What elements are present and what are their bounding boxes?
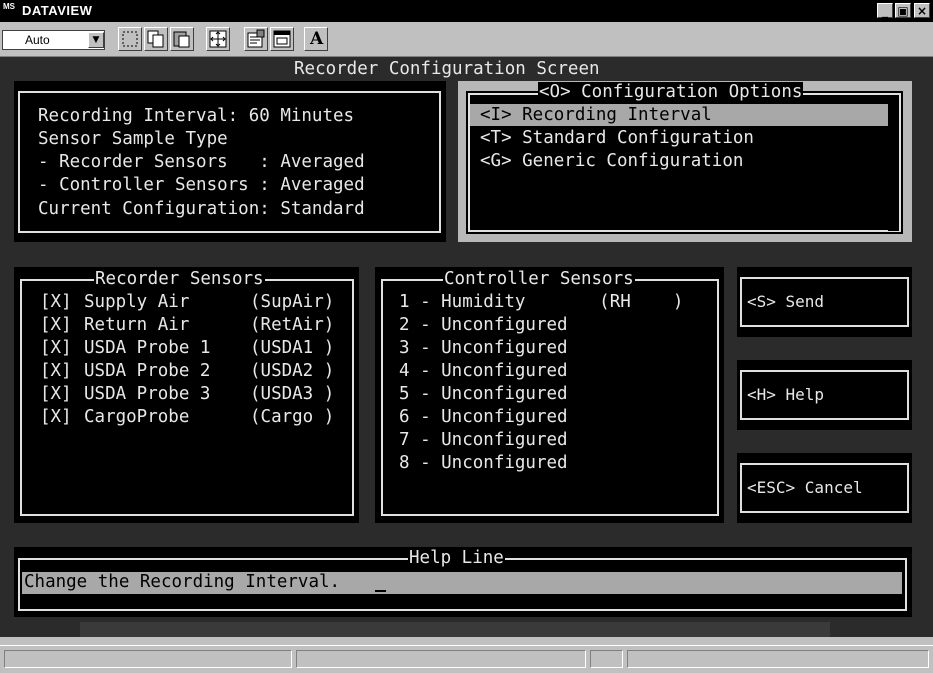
controller-sensor-item[interactable]: 7 - Unconfigured: [399, 429, 568, 451]
text-cursor: [375, 590, 386, 592]
properties-icon: [247, 29, 265, 48]
help-line-text: Change the Recording Interval.: [24, 572, 341, 592]
help-line-panel: Help Line Change the Recording Interval.: [14, 547, 912, 617]
toolbar: Auto ▼ A: [0, 22, 933, 57]
recorder-sensor-tag: (USDA1 ): [250, 338, 335, 358]
option-standard-configuration[interactable]: <T> Standard Configuration: [480, 127, 754, 149]
window-title: DATAVIEW: [22, 3, 93, 18]
recorder-sensor-tag: (SupAir): [250, 292, 335, 312]
recorder-sensor-check[interactable]: [X]: [40, 406, 72, 428]
recorder-sensor-name: Supply Air: [84, 292, 190, 312]
help-button-label: <H> Help: [747, 385, 825, 404]
controller-sensor-item[interactable]: 5 - Unconfigured: [399, 383, 568, 405]
recorder-sensor-name: Return Air: [84, 315, 190, 335]
chevron-down-icon[interactable]: ▼: [88, 32, 104, 48]
status-pane: [627, 650, 929, 668]
copy-icon: [147, 30, 164, 48]
controller-sensor-item[interactable]: 8 - Unconfigured: [399, 452, 568, 474]
status-pane: [590, 650, 623, 668]
recorder-sensor-name: USDA Probe 1: [84, 338, 211, 358]
console-screen: Recorder Configuration Screen Recording …: [0, 57, 933, 637]
mark-icon: [122, 31, 138, 47]
recorder-sensor-check[interactable]: [X]: [40, 383, 72, 405]
status-panel: Recording Interval: 60 Minutes Sensor Sa…: [14, 81, 446, 242]
title-bar: MS DATAVIEW _ ▣ ×: [0, 0, 933, 22]
help-button[interactable]: <H> Help: [737, 360, 912, 430]
font-size-select[interactable]: Auto ▼: [2, 30, 105, 50]
controller-sensors-title: Controller Sensors: [443, 269, 635, 289]
screen-title: Recorder Configuration Screen: [294, 59, 600, 79]
configuration-options-panel: <O> Configuration Options <I> Recording …: [458, 81, 912, 242]
paste-icon: [173, 31, 190, 48]
controller-sensors-sample-text: - Controller Sensors : Averaged: [38, 175, 365, 195]
console-bottom-band: [80, 622, 830, 637]
background-button[interactable]: [270, 27, 294, 51]
recorder-sensors-title: Recorder Sensors: [94, 269, 265, 289]
status-pane: [296, 650, 586, 668]
recorder-sensor-check[interactable]: [X]: [40, 291, 72, 313]
fullscreen-icon: [209, 30, 227, 48]
recording-interval-text: Recording Interval: 60 Minutes: [38, 106, 355, 126]
status-pane: [4, 650, 292, 668]
font-size-value: Auto: [25, 33, 50, 47]
option-recording-interval[interactable]: <I> Recording Interval: [480, 104, 712, 126]
recorder-sensor-check[interactable]: [X]: [40, 337, 72, 359]
cancel-button-label: <ESC> Cancel: [747, 478, 863, 497]
minimize-button[interactable]: _: [877, 3, 893, 18]
recorder-sensors-sample-text: - Recorder Sensors : Averaged: [38, 152, 365, 172]
current-configuration-text: Current Configuration: Standard: [38, 199, 365, 219]
mark-button[interactable]: [118, 27, 142, 51]
background-icon: [273, 30, 291, 48]
copy-button[interactable]: [144, 27, 168, 51]
configuration-options-title: <O> Configuration Options: [538, 82, 804, 102]
send-button[interactable]: <S> Send: [737, 267, 912, 337]
restore-button[interactable]: ▣: [895, 3, 911, 18]
options-scrollbar[interactable]: [888, 104, 899, 231]
font-icon: A: [310, 29, 324, 49]
recorder-sensor-tag: (Cargo ): [250, 407, 335, 427]
recorder-sensor-name: CargoProbe: [84, 407, 190, 427]
controller-sensors-panel: Controller Sensors 1 - Humidity (RH ) 2 …: [375, 267, 724, 523]
recorder-sensors-panel: Recorder Sensors [X] Supply Air (SupAir)…: [14, 267, 359, 523]
recorder-sensor-check[interactable]: [X]: [40, 360, 72, 382]
send-button-label: <S> Send: [747, 292, 825, 311]
recorder-sensor-tag: (USDA3 ): [250, 384, 335, 404]
close-button[interactable]: ×: [914, 3, 930, 18]
recorder-sensor-name: USDA Probe 2: [84, 361, 211, 381]
controller-sensor-item[interactable]: 3 - Unconfigured: [399, 337, 568, 359]
app-icon[interactable]: MS: [3, 2, 21, 20]
recorder-sensor-name: USDA Probe 3: [84, 384, 211, 404]
properties-button[interactable]: [244, 27, 268, 51]
controller-sensor-item[interactable]: 4 - Unconfigured: [399, 360, 568, 382]
fullscreen-button[interactable]: [206, 27, 230, 51]
sensor-sample-type-text: Sensor Sample Type: [38, 129, 228, 149]
font-button[interactable]: A: [304, 27, 328, 51]
recorder-sensor-tag: (USDA2 ): [250, 361, 335, 381]
recorder-sensor-check[interactable]: [X]: [40, 314, 72, 336]
recorder-sensor-tag: (RetAir): [250, 315, 335, 335]
paste-button[interactable]: [170, 27, 194, 51]
help-line-title: Help Line: [408, 548, 505, 568]
controller-sensor-item[interactable]: 2 - Unconfigured: [399, 314, 568, 336]
status-bar: [0, 645, 933, 672]
controller-sensor-item[interactable]: 6 - Unconfigured: [399, 406, 568, 428]
controller-sensor-item[interactable]: 1 - Humidity (RH ): [399, 291, 683, 313]
cancel-button[interactable]: <ESC> Cancel: [737, 453, 912, 523]
option-generic-configuration[interactable]: <G> Generic Configuration: [480, 150, 743, 172]
